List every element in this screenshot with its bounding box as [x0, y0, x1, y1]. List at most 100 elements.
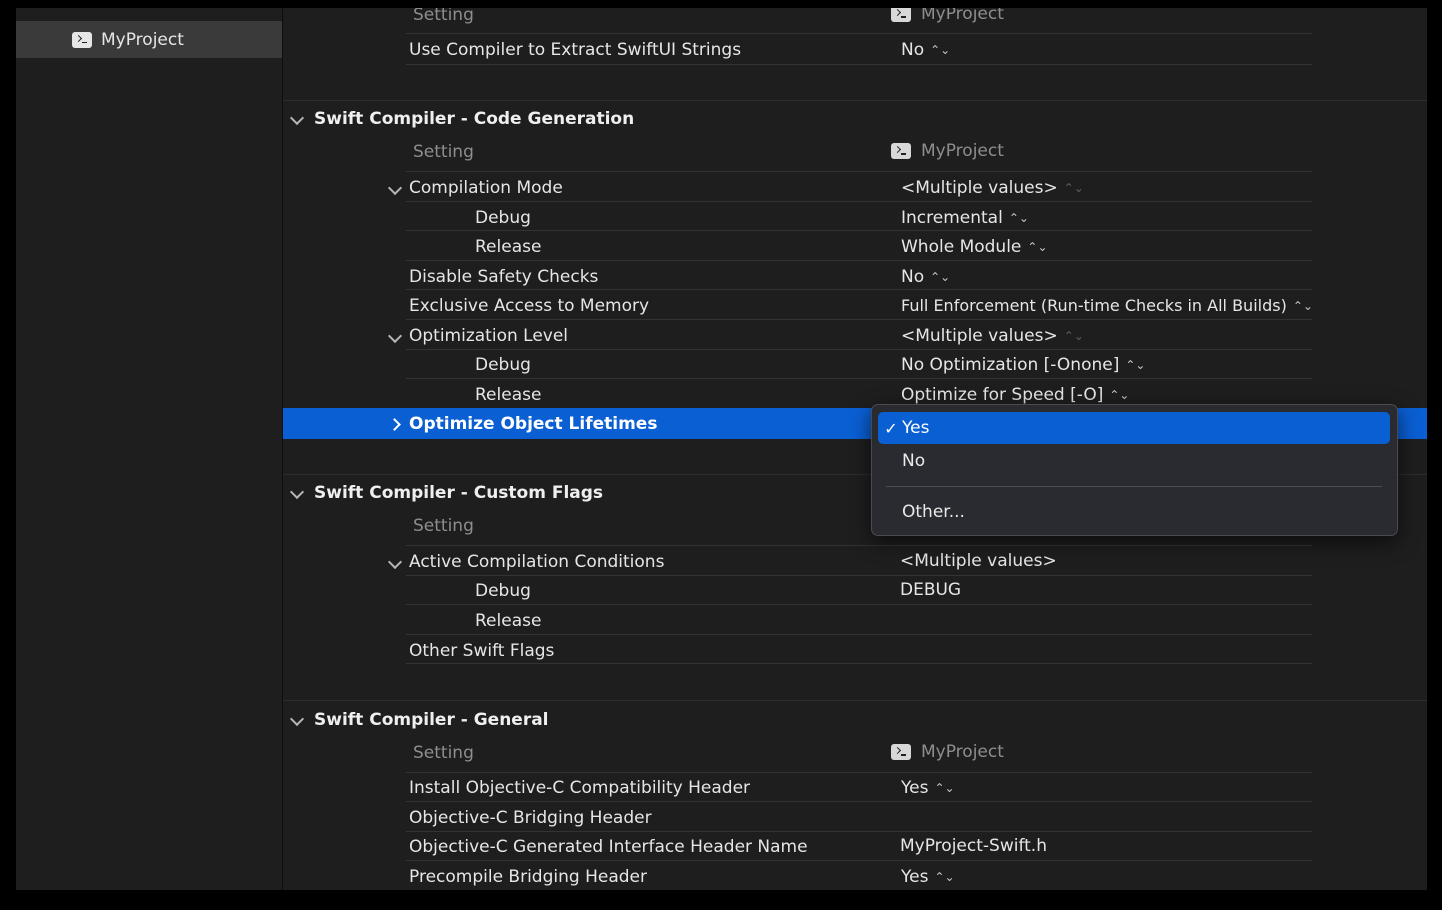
config-release[interactable]: Release	[475, 611, 541, 631]
project-icon	[891, 744, 911, 760]
updown-icon: ⌃⌄	[1125, 358, 1146, 372]
updown-icon: ⌃⌄	[1027, 240, 1048, 254]
row-divider	[406, 860, 1312, 861]
row-divider	[406, 230, 1312, 231]
multiple-values[interactable]: <Multiple values>	[900, 551, 1057, 571]
row-divider	[406, 319, 1312, 320]
section-divider	[283, 700, 1427, 701]
row-divider	[406, 772, 1312, 773]
menu-item-no[interactable]: No	[878, 445, 1390, 477]
project-icon	[72, 31, 92, 48]
row-divider	[406, 171, 1312, 172]
setting-value-popup[interactable]: Yes ⌃⌄	[901, 778, 955, 798]
row-divider	[406, 604, 1312, 605]
project-icon	[891, 8, 911, 22]
setting-value[interactable]: MyProject-Swift.h	[900, 836, 1047, 856]
value-popup-menu: ✓ Yes No Other...	[871, 404, 1398, 536]
updown-icon: ⌃⌄	[934, 870, 955, 884]
project-icon	[891, 143, 911, 159]
updown-icon: ⌃⌄	[1063, 181, 1084, 195]
multiple-values[interactable]: <Multiple values> ⌃⌄	[901, 178, 1084, 198]
setting-name-objc-bridging-header[interactable]: Objective-C Bridging Header	[409, 808, 652, 828]
setting-name[interactable]: Use Compiler to Extract SwiftUI Strings	[409, 40, 741, 60]
setting-name-optimization-level[interactable]: Optimization Level	[409, 326, 568, 346]
value-text: Yes	[901, 867, 929, 887]
setting-name-compilation-mode[interactable]: Compilation Mode	[409, 178, 563, 198]
menu-item-other[interactable]: Other...	[878, 496, 1390, 528]
config-debug[interactable]: Debug	[475, 208, 531, 228]
row-divider	[406, 801, 1312, 802]
row-divider	[406, 33, 1312, 34]
value-text: No	[901, 267, 925, 287]
value-text: MyProject-Swift.h	[900, 836, 1047, 856]
updown-icon: ⌃⌄	[1063, 329, 1084, 343]
window: MyProject Setting MyProject Use Compiler…	[16, 8, 1427, 890]
setting-name-active-compilation-conditions[interactable]: Active Compilation Conditions	[409, 552, 664, 572]
value-text: Whole Module	[901, 237, 1022, 257]
config-debug[interactable]: Debug	[475, 581, 531, 601]
chevron-down-icon[interactable]	[387, 554, 403, 570]
chevron-down-icon[interactable]	[387, 180, 403, 196]
chevron-down-icon[interactable]	[387, 328, 403, 344]
updown-icon: ⌃⌄	[1109, 388, 1130, 402]
row-divider	[406, 64, 1312, 65]
sidebar-item-label: MyProject	[101, 29, 184, 50]
project-column-label: MyProject	[921, 8, 1004, 24]
updown-icon: ⌃⌄	[930, 270, 951, 284]
setting-value-popup[interactable]: Whole Module ⌃⌄	[901, 237, 1048, 257]
row-divider	[406, 349, 1312, 350]
chevron-down-icon[interactable]	[289, 711, 305, 727]
setting-name-precompile-bridging-header[interactable]: Precompile Bridging Header	[409, 867, 647, 887]
checkmark-icon: ✓	[884, 418, 898, 438]
chevron-down-icon[interactable]	[289, 110, 305, 126]
value-text: <Multiple values>	[901, 326, 1058, 346]
multiple-values[interactable]: <Multiple values> ⌃⌄	[901, 326, 1084, 346]
row-divider	[406, 201, 1312, 202]
row-divider	[406, 663, 1312, 664]
setting-name-objc-generated-header[interactable]: Objective-C Generated Interface Header N…	[409, 837, 808, 857]
project-column-label: MyProject	[921, 742, 1004, 762]
setting-value-popup[interactable]: No ⌃⌄	[901, 40, 950, 60]
project-column-label: MyProject	[921, 141, 1004, 161]
setting-value-popup[interactable]: No Optimization [-Onone] ⌃⌄	[901, 355, 1145, 375]
setting-column-header: Setting	[413, 516, 474, 536]
value-text: No	[901, 40, 925, 60]
value-text: <Multiple values>	[900, 551, 1057, 571]
setting-name-optimize-object-lifetimes[interactable]: Optimize Object Lifetimes	[409, 414, 657, 434]
sidebar-item-myproject[interactable]: MyProject	[16, 21, 282, 58]
section-divider	[283, 100, 1427, 101]
setting-value-popup[interactable]: Full Enforcement (Run-time Checks in All…	[901, 296, 1313, 316]
value-text: No Optimization [-Onone]	[901, 355, 1120, 375]
setting-name-exclusive-access[interactable]: Exclusive Access to Memory	[409, 296, 649, 316]
row-divider	[406, 575, 1312, 576]
setting-name-other-swift-flags[interactable]: Other Swift Flags	[409, 641, 554, 661]
row-divider	[406, 634, 1312, 635]
value-text: DEBUG	[900, 580, 962, 600]
setting-name-disable-safety-checks[interactable]: Disable Safety Checks	[409, 267, 598, 287]
setting-column-header: Setting	[413, 743, 474, 763]
setting-column-header: Setting	[413, 142, 474, 162]
setting-value-popup[interactable]: Optimize for Speed [-O] ⌃⌄	[901, 385, 1129, 405]
setting-name-install-objc-header[interactable]: Install Objective-C Compatibility Header	[409, 778, 750, 798]
chevron-down-icon[interactable]	[289, 484, 305, 500]
setting-value-popup[interactable]: Incremental ⌃⌄	[901, 208, 1029, 228]
project-column-header: MyProject	[891, 8, 1004, 24]
row-divider	[406, 378, 1312, 379]
config-release[interactable]: Release	[475, 385, 541, 405]
menu-item-label: Other...	[902, 502, 965, 522]
section-title-general[interactable]: Swift Compiler - General	[314, 710, 549, 730]
row-divider	[406, 831, 1312, 832]
section-title-custom-flags[interactable]: Swift Compiler - Custom Flags	[314, 483, 603, 503]
value-text: Incremental	[901, 208, 1003, 228]
menu-item-yes[interactable]: ✓ Yes	[878, 412, 1390, 444]
config-debug[interactable]: Debug	[475, 355, 531, 375]
config-release[interactable]: Release	[475, 237, 541, 257]
setting-value[interactable]: DEBUG	[900, 580, 961, 600]
section-title-code-generation[interactable]: Swift Compiler - Code Generation	[314, 109, 634, 129]
updown-icon: ⌃⌄	[1292, 299, 1313, 313]
menu-item-label: Yes	[902, 418, 930, 438]
menu-item-label: No	[902, 451, 926, 471]
setting-value-popup[interactable]: No ⌃⌄	[901, 267, 950, 287]
setting-value-popup[interactable]: Yes ⌃⌄	[901, 867, 955, 887]
value-text: <Multiple values>	[901, 178, 1058, 198]
